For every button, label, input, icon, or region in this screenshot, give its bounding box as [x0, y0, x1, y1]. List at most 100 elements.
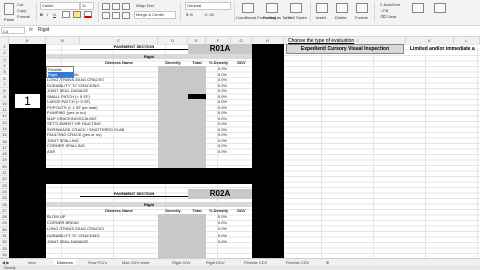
density-value: 0.0%: [217, 77, 227, 82]
cell-styles-button[interactable]: Cell Styles: [288, 15, 307, 20]
name-box[interactable]: C4: [1, 27, 25, 34]
borders-icon[interactable]: [62, 11, 70, 18]
delete-button[interactable]: Delete: [335, 15, 347, 20]
distress-name: JOINT SEAL DAMAGE: [47, 238, 89, 244]
distress-name: DURABILITY "D" CRACKING: [47, 232, 100, 238]
section1-right-fill: [252, 44, 284, 168]
wrap-text-button[interactable]: Wrap Text: [136, 3, 154, 8]
distress-name: BLOW UP: [47, 214, 66, 219]
ribbon-separator: [98, 2, 99, 22]
section2-right-fill: [252, 184, 284, 258]
paste-label: Paste: [4, 17, 15, 22]
fill-down-icon: ↓: [380, 8, 382, 13]
section1-type[interactable]: Rigid: [46, 54, 252, 59]
decimal-buttons[interactable]: .0 .00: [204, 12, 214, 17]
column-header-b[interactable]: B: [46, 37, 80, 44]
insert-icon[interactable]: [316, 3, 328, 13]
bold-button[interactable]: B: [40, 12, 43, 17]
column-header-d[interactable]: D: [158, 37, 188, 44]
merge-center-button[interactable]: Merge & Center: [134, 11, 176, 19]
distress-name: POPOUTS (< 1 SF per slab): [47, 104, 98, 110]
ribbon-separator: [180, 2, 181, 22]
column-header-g[interactable]: G: [231, 37, 252, 44]
conditional-formatting-icon[interactable]: [242, 3, 254, 13]
cell-styles-icon[interactable]: [290, 3, 302, 13]
distress-name: LONG./TRANS./DIAG.CRACKS: [47, 226, 104, 232]
distress-name: ASR: [47, 148, 56, 154]
align-right-icon[interactable]: [122, 12, 130, 19]
section1-shaded-cell: [188, 94, 206, 99]
align-middle-icon[interactable]: [112, 3, 120, 10]
align-left-icon[interactable]: [102, 12, 110, 19]
ribbon-separator: [310, 2, 311, 22]
fill-button[interactable]: ↓ Fill: [380, 8, 388, 13]
evaluation-option-expedient[interactable]: Expedient/ Cursory Visual Inspection: [286, 44, 404, 54]
column-header-f[interactable]: F: [206, 37, 231, 44]
density-value: 0.0%: [217, 226, 227, 232]
section2-code: R02A: [188, 189, 252, 199]
distress-name: PUMPING (yes or no): [47, 110, 86, 115]
section1-header-severity: Severity: [165, 60, 181, 65]
density-value: 0.0%: [217, 132, 227, 137]
format-painter-button[interactable]: Format: [17, 14, 30, 19]
italic-button[interactable]: I: [47, 12, 48, 17]
fill-color-icon[interactable]: [73, 11, 81, 18]
delete-icon[interactable]: [336, 3, 348, 13]
paste-icon[interactable]: [4, 3, 14, 15]
number-format-value: General: [187, 3, 202, 8]
column-header-k[interactable]: K: [406, 37, 454, 44]
insert-button[interactable]: Insert: [316, 15, 326, 20]
select-all-corner[interactable]: [0, 37, 9, 44]
column-header-c[interactable]: C: [80, 37, 158, 44]
format-as-table-icon[interactable]: [266, 3, 278, 13]
find-select-icon[interactable]: [434, 3, 446, 13]
column-header-l[interactable]: L: [454, 37, 480, 44]
section2-title: PAVEMENT SECTION: [80, 191, 188, 197]
ribbon: Paste Cut Copy Format Calibri 11 B I U W…: [0, 0, 480, 26]
density-value: 0.0%: [217, 99, 227, 104]
format-button[interactable]: Format: [355, 15, 368, 20]
section1-header-total: Total: [192, 60, 202, 65]
font-color-icon[interactable]: [84, 11, 92, 18]
density-value: 0.0%: [217, 115, 227, 121]
format-icon[interactable]: [356, 3, 368, 13]
density-value: 0.0%: [217, 82, 227, 88]
column-header-e[interactable]: E: [188, 37, 206, 44]
clear-button[interactable]: ⌫ Clear: [380, 14, 396, 19]
cut-button[interactable]: Cut: [17, 2, 23, 7]
fx-icon[interactable]: fx: [29, 27, 33, 33]
section1-header-ddv: DDV: [237, 60, 246, 65]
status-text: Ready: [4, 265, 16, 270]
evaluation-option-limited[interactable]: Limited and/or immediate a: [410, 44, 480, 54]
section2-type[interactable]: Rigid: [46, 202, 252, 207]
column-header-a[interactable]: A: [9, 37, 46, 44]
section1-severity-total-shade: [158, 66, 206, 168]
eraser-icon: ⌫: [380, 14, 386, 19]
type-dropdown-list[interactable]: Flexible Rigid: [46, 66, 74, 78]
number-format-select[interactable]: General: [185, 2, 231, 10]
column-header-h[interactable]: H: [252, 37, 284, 44]
font-size-select[interactable]: 11: [80, 2, 94, 10]
font-name-select[interactable]: Calibri: [40, 2, 80, 10]
currency-button[interactable]: $ %: [186, 12, 193, 17]
align-center-icon[interactable]: [112, 12, 120, 19]
section-separator: [9, 168, 284, 184]
density-value: 0.0%: [217, 121, 227, 126]
underline-button[interactable]: U: [53, 12, 56, 17]
merge-center-label: Merge & Center: [136, 12, 165, 17]
align-bottom-icon[interactable]: [122, 3, 130, 10]
autosum-label: AutoSum: [383, 2, 401, 7]
ribbon-separator: [36, 2, 37, 22]
sort-filter-icon[interactable]: [412, 3, 424, 13]
autosum-button[interactable]: Σ AutoSum: [380, 2, 400, 7]
density-value: 0.0%: [217, 93, 227, 99]
dropdown-option-rigid[interactable]: Rigid: [48, 72, 73, 77]
density-value: 0.0%: [217, 88, 227, 93]
distress-name: LARGE PATCH (> 5 SF): [47, 99, 91, 104]
section2-header-total: Total: [192, 208, 202, 213]
copy-button[interactable]: Copy: [17, 8, 26, 13]
density-value: 0.0%: [217, 110, 227, 115]
align-top-icon[interactable]: [102, 3, 110, 10]
section2-header-ddv: DDV: [237, 208, 246, 213]
formula-input[interactable]: Rigid: [38, 27, 49, 33]
